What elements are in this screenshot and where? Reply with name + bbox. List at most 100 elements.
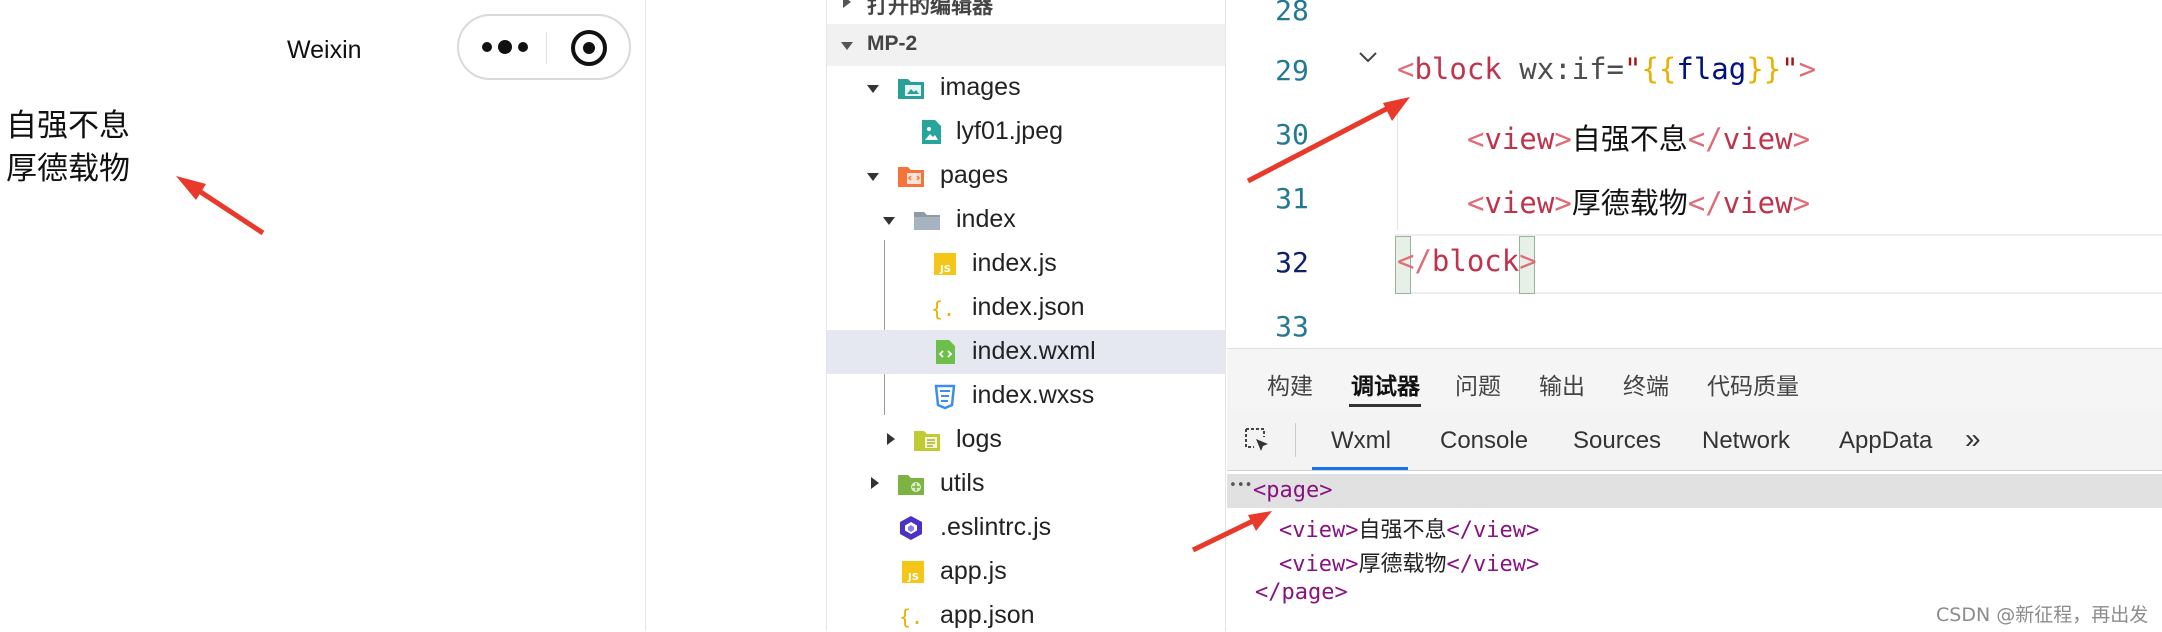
tree-item-images[interactable]: images [827, 66, 1225, 110]
devtools-tab-network[interactable]: Network [1702, 427, 1790, 455]
tree-item-index-folder[interactable]: index [827, 198, 1225, 242]
tree-item-eslintrc[interactable]: .eslintrc.js [827, 506, 1225, 550]
tree-item-label: lyf01.jpeg [956, 117, 1064, 145]
svg-text:JS: JS [939, 264, 951, 275]
code-line-30: <view>自强不息</view> [1467, 122, 1811, 156]
svg-text:{..}: {..} [931, 297, 959, 321]
wxml-node-page[interactable]: ••• <page> [1227, 474, 2162, 508]
tab-output[interactable]: 输出 [1539, 367, 1585, 401]
tree-item-index-js[interactable]: JS index.js [827, 242, 1225, 286]
code-line-32: </block> [1397, 244, 1537, 278]
js-file-icon: JS [902, 561, 924, 583]
eslint-icon [900, 516, 922, 540]
tree-item-label: app.json [940, 601, 1035, 629]
rendered-view-line-1: 自强不息 [6, 108, 130, 144]
code-editor[interactable]: 28 29 30 31 32 33 <block wx:if="{{flag}}… [1227, 0, 2162, 348]
tab-problems[interactable]: 问题 [1455, 367, 1501, 401]
wxml-node-view[interactable]: <view>自强不息</view> [1227, 508, 2162, 543]
line-number: 29 [1275, 54, 1309, 87]
devtools-tab-sources[interactable]: Sources [1573, 427, 1661, 455]
tree-item-label: index.wxss [972, 381, 1095, 409]
line-number: 33 [1275, 310, 1309, 343]
folder-pages-icon [898, 167, 924, 187]
devtools-tab-appdata[interactable]: AppData [1839, 427, 1932, 455]
chevron-down-icon [883, 217, 895, 225]
tab-code-quality[interactable]: 代码质量 [1707, 367, 1799, 401]
folder-images-icon [898, 79, 924, 99]
inspect-element-icon[interactable] [1243, 426, 1273, 456]
tree-item-label: images [940, 73, 1021, 101]
tree-item-label: utils [940, 469, 985, 497]
bottom-panel: 构建 调试器 问题 输出 终端 代码质量 Wxml Console Source… [1227, 348, 2162, 631]
toolbar-divider [1295, 423, 1296, 457]
tree-item-label: index.json [972, 293, 1085, 321]
active-devtools-tab-indicator [1312, 467, 1408, 470]
more-tabs-icon[interactable]: » [1965, 423, 1981, 455]
indent-guide [1397, 100, 1398, 230]
line-number-active: 32 [1275, 246, 1309, 279]
chevron-right-icon [843, 0, 851, 8]
panel-tab-bar: 构建 调试器 问题 输出 终端 代码质量 [1227, 349, 2162, 409]
js-file-icon: JS [934, 253, 956, 275]
wxml-node-view[interactable]: <view>厚德载物</view> [1227, 542, 2162, 577]
close-mini-program-icon[interactable] [569, 28, 609, 68]
tree-item-utils[interactable]: utils [827, 462, 1225, 506]
wxss-file-icon [934, 384, 956, 410]
folder-icon [914, 212, 940, 230]
file-explorer: 打开的编辑器 MP-2 images lyf01.jpeg pages inde… [826, 0, 1226, 631]
devtools-tab-wxml[interactable]: Wxml [1331, 427, 1391, 455]
tab-debugger[interactable]: 调试器 [1351, 367, 1420, 401]
ellipsis-icon[interactable]: ••• [1229, 478, 1252, 493]
capsule-menu[interactable] [457, 14, 631, 80]
tree-item-pages[interactable]: pages [827, 154, 1225, 198]
watermark: CSDN @新征程，再出发 [1936, 604, 2149, 626]
tree-item-label: app.js [940, 557, 1007, 585]
tree-item-label: index.wxml [972, 337, 1096, 365]
json-file-icon: {..} [931, 297, 959, 321]
json-file-icon: {..} [899, 605, 927, 629]
tree-item-index-wxml[interactable]: index.wxml [827, 330, 1225, 374]
active-tab-indicator [1349, 404, 1421, 407]
tree-item-label: pages [940, 161, 1009, 189]
open-editors-header[interactable]: 打开的编辑器 [827, 0, 1225, 24]
tree-item-index-json[interactable]: {..} index.json [827, 286, 1225, 330]
svg-text:{..}: {..} [899, 605, 927, 629]
project-header[interactable]: MP-2 [827, 24, 1225, 66]
open-editors-label: 打开的编辑器 [867, 0, 993, 18]
chevron-down-icon [867, 85, 879, 93]
simulator-panel: Weixin 自强不息 厚德载物 [0, 0, 646, 631]
folder-logs-icon [914, 431, 940, 451]
simulator-nav-title: Weixin [287, 36, 362, 64]
code-line-31: <view>厚德载物</view> [1467, 186, 1811, 220]
tree-item-label: logs [956, 425, 1002, 453]
chevron-right-icon [887, 433, 895, 445]
devtools-tab-console[interactable]: Console [1440, 427, 1528, 455]
tree-item-app-json[interactable]: {..} app.json [827, 594, 1225, 631]
tree-item-index-wxss[interactable]: index.wxss [827, 374, 1225, 418]
folder-utils-icon [898, 475, 924, 495]
capsule-divider [546, 32, 547, 64]
chevron-down-icon [867, 173, 879, 181]
tree-item-lyf01-jpeg[interactable]: lyf01.jpeg [827, 110, 1225, 154]
wxml-file-icon [936, 340, 955, 364]
tree-item-logs[interactable]: logs [827, 418, 1225, 462]
tree-item-label: index [956, 205, 1016, 233]
project-name: MP-2 [867, 32, 918, 55]
tree-item-app-js[interactable]: JS app.js [827, 550, 1225, 594]
chevron-down-icon [841, 42, 853, 50]
devtools-tab-bar: Wxml Console Sources Network AppData » [1227, 409, 2162, 471]
chevron-right-icon [871, 477, 879, 489]
line-number: 28 [1275, 0, 1309, 27]
tab-build[interactable]: 构建 [1267, 367, 1313, 401]
fold-chevron-down-icon[interactable] [1357, 48, 1379, 66]
code-line-29: <block wx:if="{{flag}}"> [1397, 52, 1817, 86]
line-number: 31 [1275, 182, 1309, 215]
more-icon[interactable] [479, 29, 535, 65]
svg-text:JS: JS [907, 572, 919, 583]
rendered-view-line-2: 厚德载物 [6, 151, 130, 187]
tab-terminal[interactable]: 终端 [1623, 367, 1669, 401]
line-number: 30 [1275, 118, 1309, 151]
image-file-icon [922, 120, 941, 144]
tree-item-label: .eslintrc.js [940, 513, 1052, 541]
tree-item-label: index.js [972, 249, 1057, 277]
